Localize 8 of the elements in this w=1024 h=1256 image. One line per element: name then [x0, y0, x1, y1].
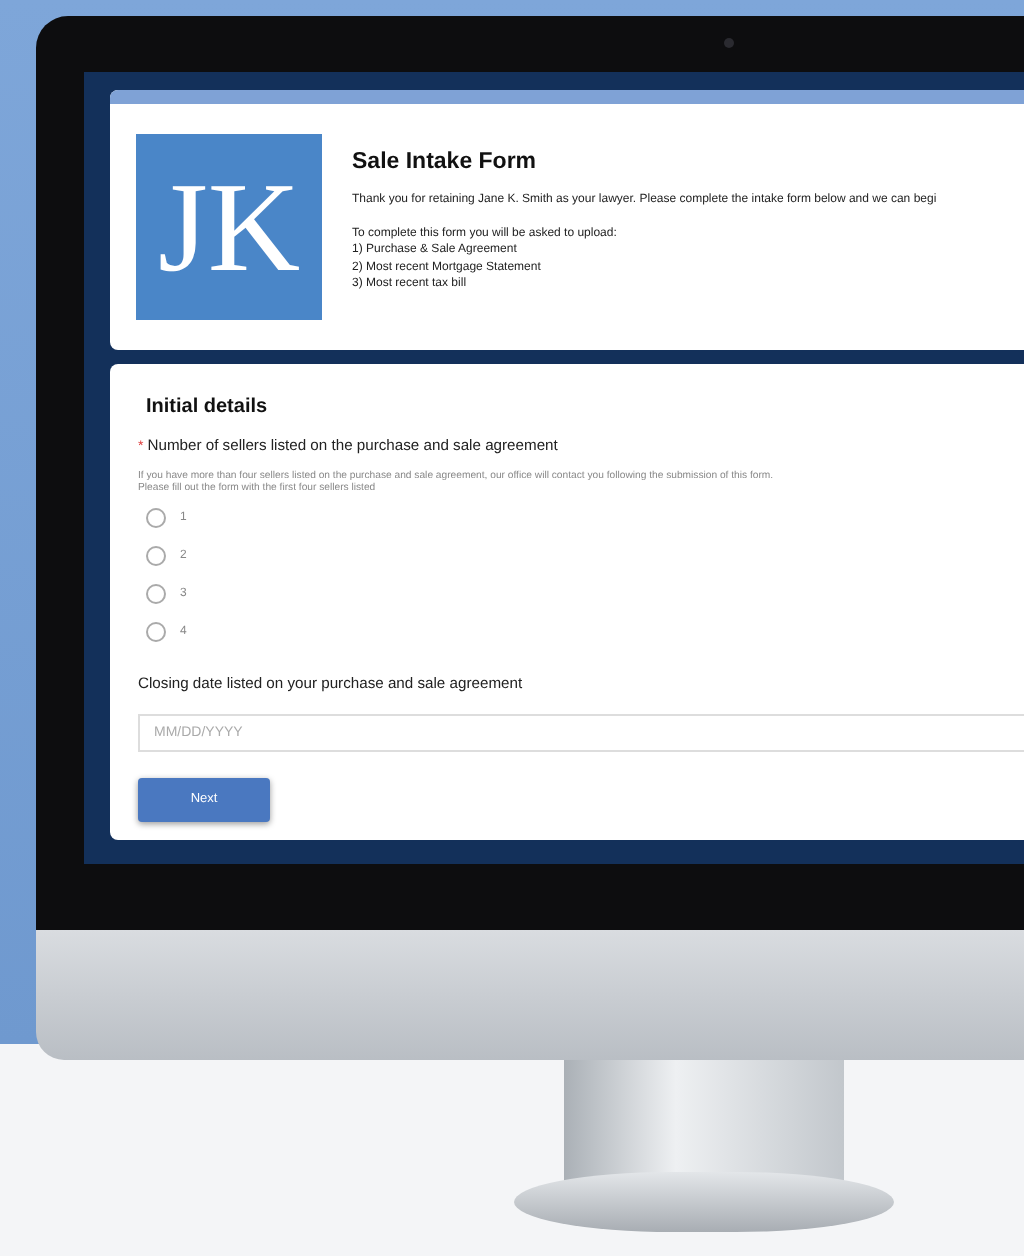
form-title: Sale Intake Form [352, 148, 539, 178]
logo: JK [136, 134, 322, 320]
radio-button[interactable] [146, 546, 166, 567]
section-title: Initial details [146, 394, 270, 422]
radio-button[interactable] [146, 508, 166, 529]
camera-icon [724, 38, 734, 48]
radio-button[interactable] [146, 584, 166, 605]
radio-button[interactable] [146, 622, 166, 643]
